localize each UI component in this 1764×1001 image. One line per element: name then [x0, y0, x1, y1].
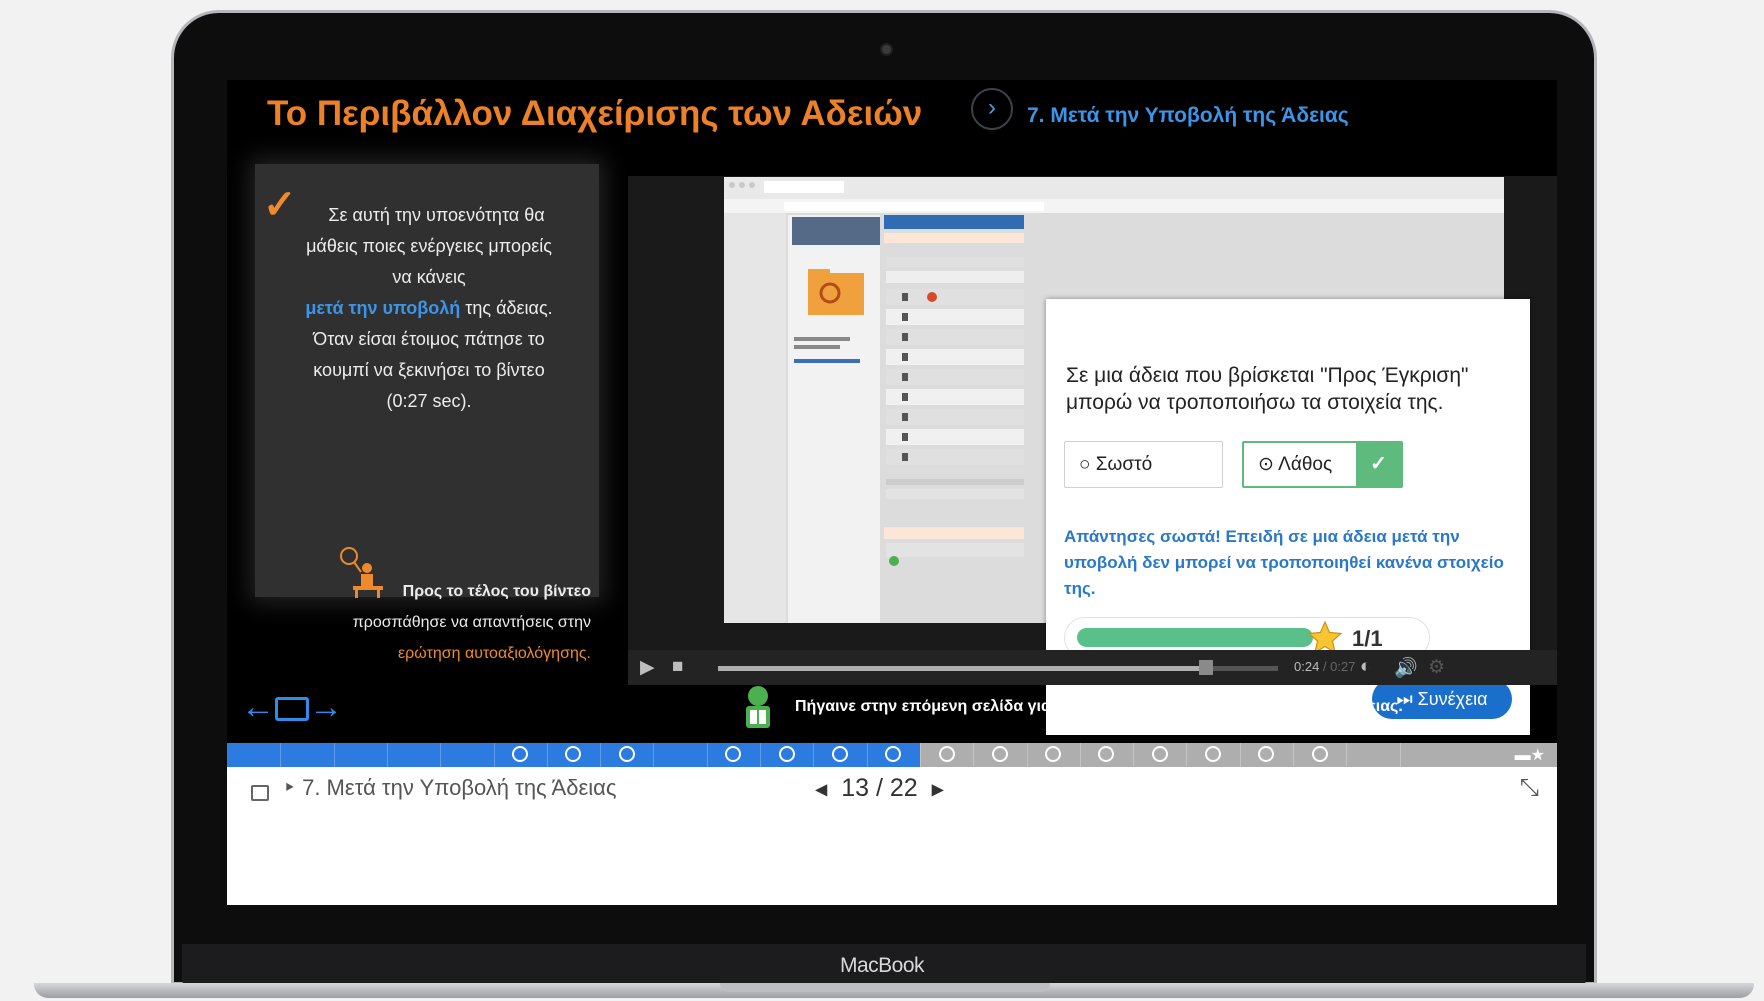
option-true[interactable]: ○ Σωστό	[1064, 441, 1223, 488]
next-page-icon[interactable]: ▶	[932, 781, 944, 798]
progress-page-marker[interactable]	[831, 746, 848, 762]
book-icon[interactable]	[275, 697, 309, 722]
video-player[interactable]: Σε μια άδεια που βρίσκεται "Προς Έγκριση…	[628, 176, 1557, 735]
progress-separator	[760, 743, 761, 767]
camera-dot	[880, 43, 893, 56]
page-nav: ← →	[241, 690, 343, 724]
lesson-subtitle: 7. Μετά την Υποβολή της Άδειας	[1027, 104, 1349, 127]
video-scrubber[interactable]	[718, 666, 1278, 671]
progress-separator	[866, 743, 868, 767]
self-assessment-note: Προς το τέλος του βίντεο προσπάθησε να α…	[323, 576, 591, 669]
progress-page-marker[interactable]	[1151, 746, 1168, 762]
bookmark-icon[interactable]: ■	[672, 656, 683, 678]
progress-end-icon: ▬★	[1514, 747, 1545, 764]
brand-label: MacBook	[839, 954, 925, 977]
progress-separator	[706, 743, 708, 767]
progress-page-marker[interactable]	[1258, 746, 1275, 762]
progress-separator	[1239, 743, 1241, 767]
collapse-icon[interactable]: ⤡	[1520, 774, 1539, 802]
progress-page-marker[interactable]	[618, 746, 635, 762]
toc-icon[interactable]	[251, 785, 269, 801]
progress-page-marker[interactable]	[1311, 746, 1328, 762]
play-icon[interactable]: ▶	[640, 656, 655, 679]
info-box: ✓ Σε αυτή την υποενότητα θα μάθεις ποιες…	[255, 164, 599, 662]
progress-separator	[653, 743, 655, 767]
progress-separator	[280, 743, 282, 767]
video-time: 0:24 / 0:27	[1294, 659, 1356, 674]
progress-separator	[813, 743, 815, 767]
bottom-bar: ‣ 7. Μετά την Υποβολή της Άδειας ◀ 13 / …	[227, 767, 1557, 905]
prev-page-icon[interactable]: ◀	[815, 781, 827, 798]
video-scrubber-fill	[718, 666, 1206, 671]
option-false[interactable]: ⊙ Λάθος ✓	[1242, 441, 1403, 488]
pager: ◀ 13 / 22 ▶	[815, 774, 944, 802]
volume-icon[interactable]: 🔊	[1394, 656, 1418, 680]
next-page-hint: Πήγαινε στην επόμενη σελίδα για να μάθει…	[795, 698, 1403, 715]
correct-check-icon: ✓	[1356, 443, 1401, 486]
reader-icon	[746, 686, 770, 728]
screen: Το Περιβάλλον Διαχείρισης των Αδειών › 7…	[227, 80, 1557, 905]
score-value: 1/1	[1352, 626, 1383, 651]
progress-separator	[1079, 743, 1081, 767]
arrow-left-icon[interactable]: ←	[241, 688, 275, 726]
score-bar	[1077, 628, 1313, 647]
video-controls: ▶ ■ 0:24 / 0:27 ◐ 🔊 ⚙	[628, 650, 1557, 685]
progress-separator	[1293, 743, 1294, 767]
self-assessment-link: ερώτηση αυτοαξιολόγησης.	[398, 645, 591, 662]
progress-separator	[1346, 743, 1348, 767]
progress-page-marker[interactable]	[778, 746, 795, 762]
progress-separator	[546, 743, 548, 767]
breadcrumb[interactable]: ‣ 7. Μετά την Υποβολή της Άδειας	[283, 775, 617, 801]
info-text: Σε αυτή την υποενότητα θα μάθεις ποιες ε…	[305, 205, 553, 411]
chevron-right-icon: ›	[971, 88, 1013, 130]
progress-page-marker[interactable]	[1045, 746, 1062, 762]
quiz-feedback: Απάντησες σωστά! Επειδή σε μια άδεια μετ…	[1064, 527, 1504, 598]
progress-separator	[386, 743, 388, 767]
progress-separator	[1133, 743, 1135, 767]
radio-unselected-icon: ○	[1079, 454, 1091, 475]
radio-selected-icon: ⊙	[1258, 454, 1274, 475]
progress-page-marker[interactable]	[1098, 746, 1115, 762]
video-scrubber-knob[interactable]	[1199, 660, 1213, 675]
progress-separator	[1186, 743, 1188, 767]
progress-separator	[919, 743, 921, 767]
speed-icon[interactable]: ◐	[1360, 656, 1371, 678]
progress-page-marker[interactable]	[938, 746, 955, 762]
quiz-question: Σε μια άδεια που βρίσκεται "Προς Έγκριση…	[1066, 364, 1469, 414]
lesson-title: Το Περιβάλλον Διαχείρισης των Αδειών	[267, 94, 923, 133]
laptop-notch	[720, 983, 1050, 992]
lesson-progress: ▬★	[227, 743, 1557, 767]
progress-page-marker[interactable]	[1205, 746, 1222, 762]
progress-separator	[333, 743, 335, 767]
progress-page-marker[interactable]	[991, 746, 1008, 762]
arrow-right-icon[interactable]: →	[309, 688, 343, 726]
progress-separator	[1026, 743, 1028, 767]
progress-separator	[1399, 743, 1401, 767]
progress-separator	[440, 743, 442, 767]
settings-icon[interactable]: ⚙	[1428, 656, 1445, 679]
progress-separator	[600, 743, 602, 767]
progress-separator	[493, 743, 495, 767]
info-highlight: μετά την υποβολή	[305, 298, 461, 318]
progress-separator	[973, 743, 975, 767]
